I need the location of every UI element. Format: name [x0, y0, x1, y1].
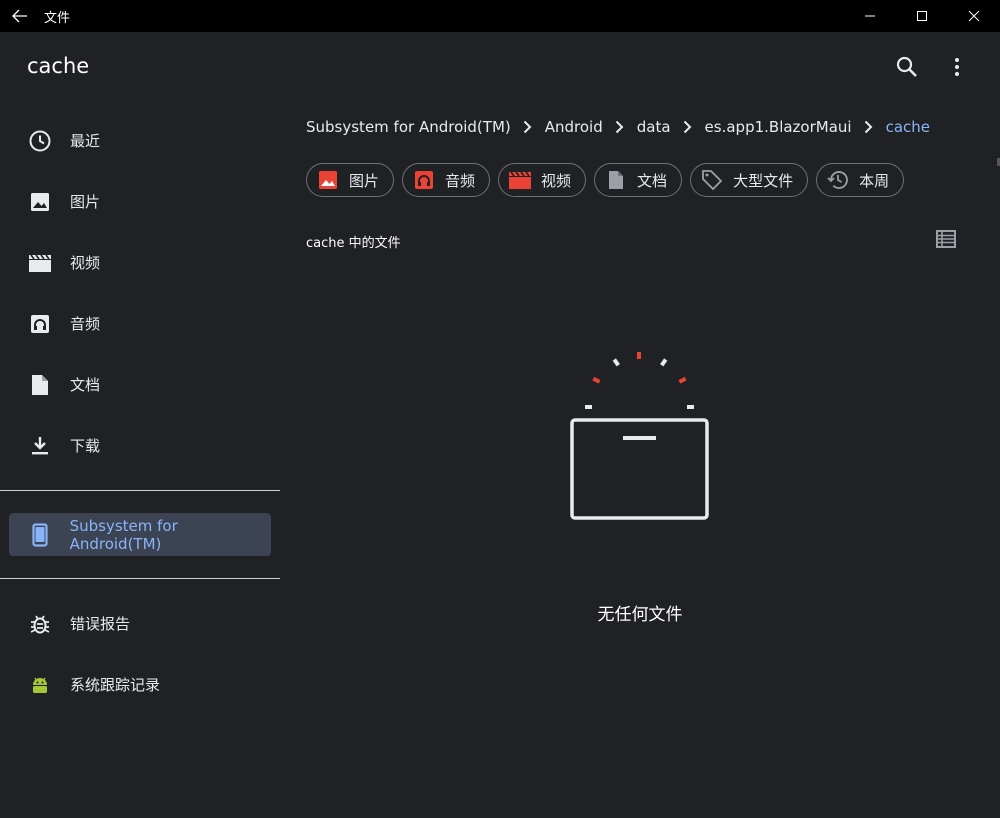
download-icon: [27, 433, 53, 459]
sidebar-item-documents[interactable]: 文档: [0, 354, 280, 415]
breadcrumb-item[interactable]: Subsystem for Android(TM): [306, 118, 511, 136]
back-arrow-icon: [12, 9, 27, 23]
page-title: cache: [27, 54, 90, 78]
image-icon: [317, 169, 339, 191]
sidebar-item-label: 视频: [70, 254, 101, 272]
chip-label: 大型文件: [733, 171, 794, 190]
sidebar-item-audio[interactable]: 音频: [0, 293, 280, 354]
sidebar-item-system-traces[interactable]: 系统跟踪记录: [0, 654, 280, 715]
chip-this-week[interactable]: 本周: [816, 163, 905, 197]
chip-large-files[interactable]: 大型文件: [690, 163, 809, 197]
sidebar-divider: [0, 578, 280, 579]
search-button[interactable]: [894, 52, 920, 82]
breadcrumb-item[interactable]: es.app1.BlazorMaui: [705, 118, 852, 136]
history-icon: [827, 169, 849, 191]
image-icon: [27, 189, 53, 215]
chip-label: 音频: [445, 171, 476, 190]
chip-label: 图片: [349, 171, 380, 190]
sidebar: 最近 图片 视频 音频 文档 下载 Subsystem for Android(…: [0, 110, 280, 715]
chevron-right-icon: [852, 120, 886, 134]
close-button[interactable]: [948, 0, 1000, 32]
audio-icon: [27, 311, 53, 337]
sidebar-item-videos[interactable]: 视频: [0, 232, 280, 293]
maximize-button[interactable]: [896, 0, 948, 32]
filter-chips: 图片 音频 视频 文档 大型文件 本周: [306, 163, 905, 197]
sidebar-divider: [0, 490, 280, 491]
chevron-right-icon: [603, 120, 637, 134]
window-title: 文件: [44, 10, 71, 26]
chevron-right-icon: [671, 120, 705, 134]
sidebar-item-images[interactable]: 图片: [0, 171, 280, 232]
video-icon: [27, 250, 53, 276]
close-icon: [968, 10, 980, 22]
sidebar-item-label: 音频: [70, 315, 101, 333]
video-icon: [509, 169, 532, 191]
minimize-icon: [865, 15, 875, 17]
empty-state-text: 无任何文件: [597, 605, 683, 625]
sidebar-item-label: Subsystem for Android(TM): [69, 516, 178, 553]
more-options-button[interactable]: [944, 52, 970, 82]
sidebar-item-label: 系统跟踪记录: [70, 676, 161, 694]
chip-label: 文档: [637, 171, 668, 190]
chip-documents[interactable]: 文档: [594, 163, 683, 197]
breadcrumb-item[interactable]: data: [637, 118, 671, 136]
more-vert-icon: [955, 58, 959, 76]
document-icon: [27, 372, 53, 398]
breadcrumb-current[interactable]: cache: [886, 118, 930, 136]
document-icon: [605, 169, 627, 191]
chip-audio[interactable]: 音频: [402, 163, 491, 197]
sidebar-item-android-subsystem[interactable]: Subsystem for Android(TM): [9, 513, 271, 556]
empty-folder-illustration: [565, 345, 715, 525]
chip-images[interactable]: 图片: [306, 163, 395, 197]
sidebar-item-label: 图片: [70, 193, 101, 211]
window-title-bar: 文件: [0, 0, 1000, 32]
clock-icon: [27, 128, 53, 154]
audio-icon: [413, 169, 435, 191]
sidebar-item-label: 最近: [70, 132, 101, 150]
sidebar-item-label: 错误报告: [70, 615, 131, 633]
breadcrumb-item[interactable]: Android: [545, 118, 603, 136]
bug-icon: [27, 611, 53, 637]
chip-label: 视频: [541, 171, 572, 190]
list-view-toggle-button[interactable]: [935, 229, 957, 249]
section-title: cache 中的文件: [306, 236, 401, 251]
chevron-right-icon: [511, 120, 545, 134]
tag-icon: [701, 169, 723, 191]
sidebar-item-downloads[interactable]: 下载: [0, 415, 280, 476]
chip-videos[interactable]: 视频: [498, 163, 587, 197]
sidebar-item-bug-report[interactable]: 错误报告: [0, 593, 280, 654]
android-icon: [27, 672, 53, 698]
list-view-icon: [936, 230, 956, 248]
search-icon: [896, 56, 917, 77]
chip-label: 本周: [859, 171, 890, 190]
sidebar-item-label: 文档: [70, 376, 101, 394]
maximize-icon: [917, 11, 927, 21]
minimize-button[interactable]: [844, 0, 896, 32]
sidebar-item-recent[interactable]: 最近: [0, 110, 280, 171]
back-button[interactable]: [0, 0, 40, 32]
phone-icon: [27, 522, 53, 548]
sidebar-item-label: 下载: [70, 437, 101, 455]
breadcrumb: Subsystem for Android(TM) Android data e…: [306, 118, 930, 136]
